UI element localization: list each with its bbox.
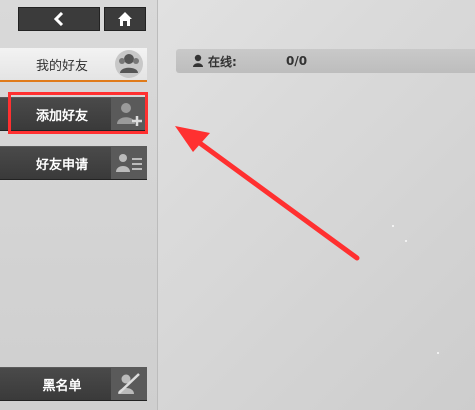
home-button[interactable] [104, 7, 146, 31]
highlight-box [8, 92, 148, 134]
home-icon [118, 12, 132, 26]
sparkle-dot [405, 240, 407, 242]
person-pin-icon [193, 54, 203, 67]
sparkle-dot [437, 352, 439, 354]
sidebar-item-label: 我的好友 [35, 58, 88, 74]
sidebar-item-label: 黑名单 [42, 378, 82, 394]
online-label: 在线: [208, 54, 237, 69]
sidebar-item-friend-requests[interactable]: 好友申请 [0, 146, 147, 180]
friends-group-icon [111, 48, 147, 80]
back-button[interactable] [18, 7, 100, 31]
sidebar-item-blacklist[interactable]: 黑名单 [0, 367, 147, 401]
sidebar: 我的好友 添加好友 好友申请 黑名单 [0, 0, 158, 410]
chevron-left-icon [53, 12, 64, 26]
sidebar-item-my-friends[interactable]: 我的好友 [0, 48, 147, 82]
sidebar-item-label: 好友申请 [35, 157, 88, 173]
friend-request-list-icon [111, 147, 147, 179]
sparkle-dot [392, 225, 394, 227]
online-count: 0/0 [286, 54, 308, 68]
online-status-bar: 在线: 0/0 [176, 49, 475, 73]
blacklist-block-icon [111, 368, 147, 400]
